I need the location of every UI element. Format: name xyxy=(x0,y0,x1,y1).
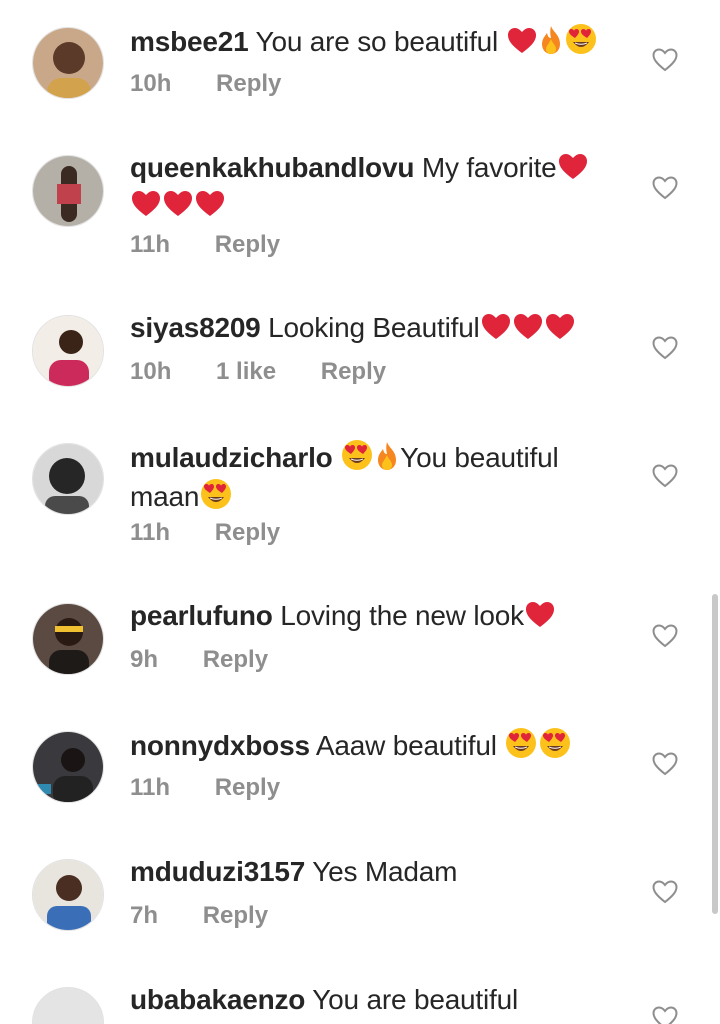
heart-eyes-emoji-icon xyxy=(505,727,537,766)
heart-emoji-icon xyxy=(545,313,575,348)
comment-time: 7h xyxy=(130,902,159,929)
comment-time: 10h xyxy=(130,70,172,97)
avatar[interactable] xyxy=(32,987,104,1024)
comment-time: 11h xyxy=(130,519,171,546)
heart-eyes-emoji-icon xyxy=(200,478,232,517)
comment-text: Looking Beautiful xyxy=(268,312,480,343)
like-heart-icon[interactable] xyxy=(652,464,678,488)
heart-emoji-icon xyxy=(507,27,537,62)
comment-time: 10h xyxy=(130,358,172,385)
reply-button[interactable]: Reply xyxy=(215,774,280,802)
like-heart-icon[interactable] xyxy=(652,880,678,904)
heart-emoji-icon xyxy=(163,190,193,225)
comment-username[interactable]: queenkakhubandlovu xyxy=(130,152,414,183)
heart-eyes-emoji-icon xyxy=(539,727,571,766)
fire-emoji-icon xyxy=(375,441,399,478)
comment-emojis xyxy=(506,24,598,57)
comment-username[interactable]: siyas8209 xyxy=(130,312,261,343)
avatar[interactable] xyxy=(32,443,104,515)
comment-emojis-mid xyxy=(340,440,400,473)
like-heart-icon[interactable] xyxy=(652,1006,678,1024)
like-heart-icon[interactable] xyxy=(652,176,678,200)
like-heart-icon[interactable] xyxy=(652,336,678,360)
comment-text: You are beautiful xyxy=(312,984,519,1015)
heart-emoji-icon xyxy=(195,190,225,225)
comment-username[interactable]: msbee21 xyxy=(130,26,249,57)
avatar[interactable] xyxy=(32,731,104,803)
comment-username[interactable]: ubabakaenzo xyxy=(130,984,305,1015)
comment-username[interactable]: nonnydxboss xyxy=(130,730,310,761)
reply-button[interactable]: Reply xyxy=(203,646,268,674)
reply-button[interactable]: Reply xyxy=(203,902,268,930)
heart-eyes-emoji-icon xyxy=(565,23,597,62)
comment-time: 9h xyxy=(130,646,159,673)
avatar[interactable] xyxy=(32,859,104,931)
comment-text: My favorite xyxy=(421,152,557,183)
reply-button[interactable]: Reply xyxy=(215,519,280,547)
reply-button[interactable]: Reply xyxy=(321,358,386,386)
avatar[interactable] xyxy=(32,27,104,99)
comment-time: 11h xyxy=(130,231,171,258)
comment-time: 11h xyxy=(130,774,171,801)
heart-emoji-icon xyxy=(525,601,555,636)
scrollbar[interactable] xyxy=(712,594,718,914)
heart-eyes-emoji-icon xyxy=(341,439,373,478)
comment-emojis xyxy=(524,600,556,631)
avatar[interactable] xyxy=(32,155,104,227)
comment-username[interactable]: mduduzi3157 xyxy=(130,856,305,887)
heart-emoji-icon xyxy=(481,313,511,348)
avatar[interactable] xyxy=(32,315,104,387)
comment-text: Yes Madam xyxy=(312,856,458,887)
comment-username[interactable]: pearlufuno xyxy=(130,600,273,631)
like-heart-icon[interactable] xyxy=(652,752,678,776)
comment-emojis xyxy=(480,312,576,343)
comment-text: You are so beautiful xyxy=(255,26,499,57)
fire-emoji-icon xyxy=(539,25,563,62)
reply-button[interactable]: Reply xyxy=(216,70,281,98)
like-heart-icon[interactable] xyxy=(652,624,678,648)
comment-likes-count[interactable]: 1 like xyxy=(216,358,276,386)
comment-username[interactable]: mulaudzicharlo xyxy=(130,442,333,473)
reply-button[interactable]: Reply xyxy=(215,231,280,259)
heart-emoji-icon xyxy=(131,190,161,225)
comment-emojis xyxy=(199,479,233,512)
heart-emoji-icon xyxy=(513,313,543,348)
like-heart-icon[interactable] xyxy=(652,48,678,72)
comment-emojis xyxy=(504,728,572,761)
avatar[interactable] xyxy=(32,603,104,675)
comments-list: msbee21 You are so beautiful 10h Reply q… xyxy=(0,0,720,1024)
comment-text: Loving the new look xyxy=(280,600,524,631)
heart-emoji-icon xyxy=(558,153,588,188)
comment-text: Aaaw beautiful xyxy=(315,730,497,761)
